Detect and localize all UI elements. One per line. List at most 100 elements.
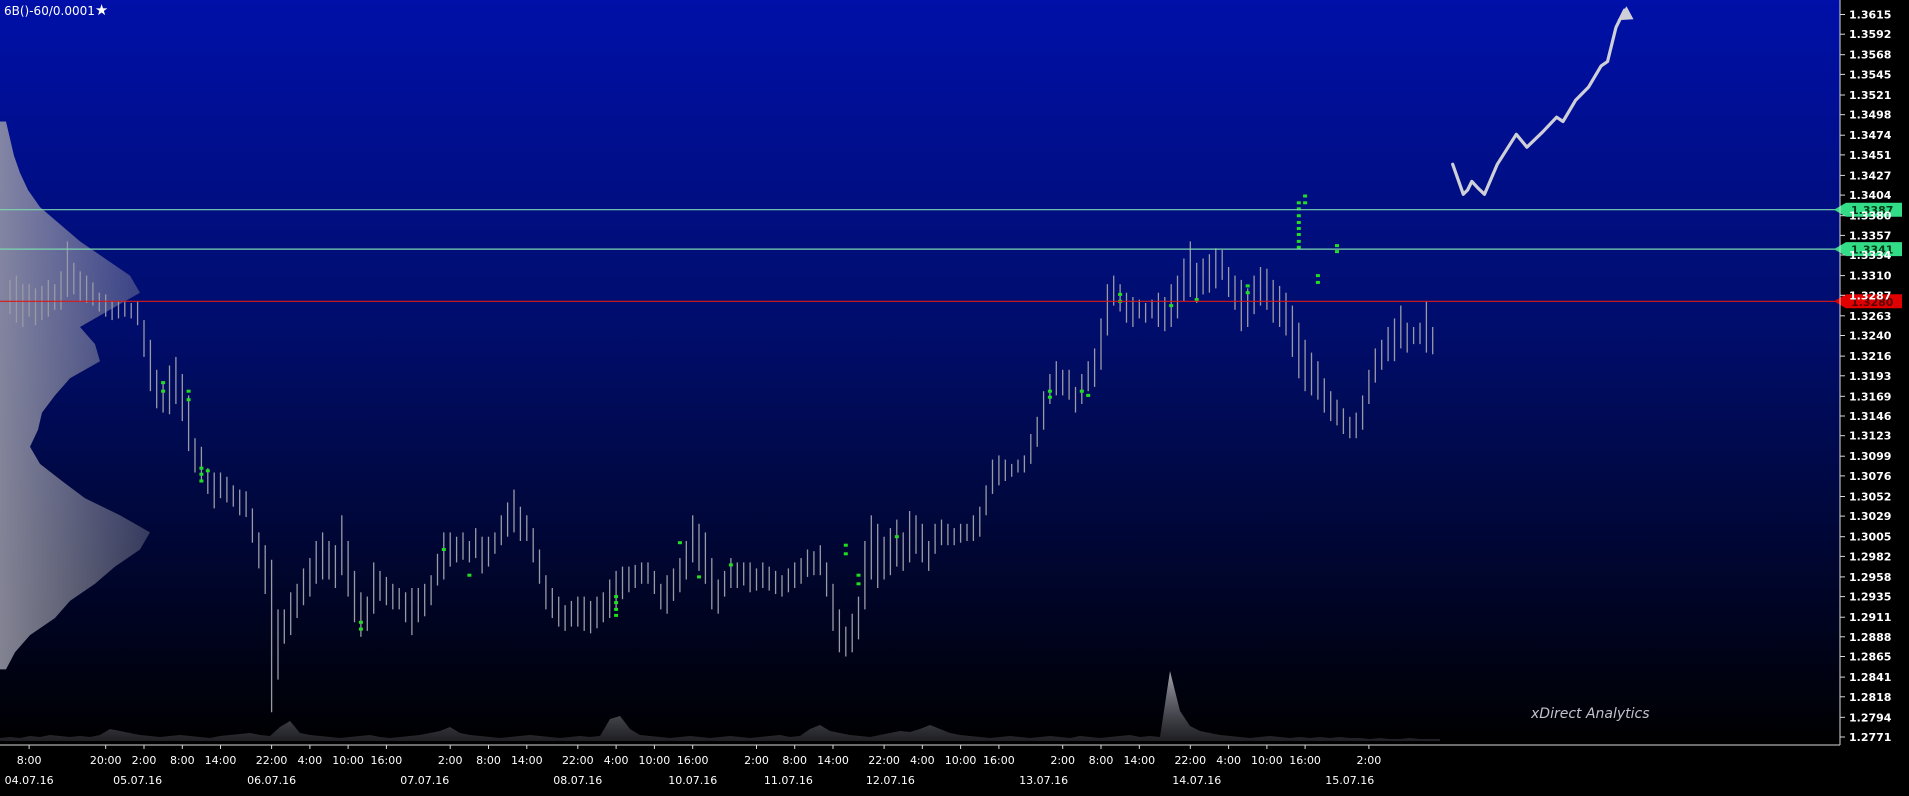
volume-cluster (1303, 201, 1308, 205)
volume-cluster (728, 563, 733, 567)
date-label: 04.07.16 (5, 774, 54, 787)
volume-cluster (199, 472, 204, 476)
price-tick-label: 1.3592 (1849, 28, 1891, 41)
time-tick-label: 8:00 (1089, 754, 1114, 767)
volume-cluster (677, 541, 682, 545)
time-tick-label: 2:00 (132, 754, 157, 767)
price-tick-label: 1.3287 (1849, 289, 1891, 302)
price-tick-label: 1.3123 (1849, 430, 1891, 443)
price-tick-label: 1.3240 (1849, 330, 1892, 343)
volume-cluster (205, 469, 210, 473)
volume-cluster (1296, 221, 1301, 224)
volume-cluster (161, 381, 166, 385)
price-tick-label: 1.2888 (1849, 631, 1891, 644)
volume-cluster (697, 575, 701, 579)
volume-cluster (1296, 201, 1301, 205)
volume-cluster (1194, 298, 1199, 302)
time-tick-label: 2:00 (438, 754, 463, 767)
volume-cluster (1335, 244, 1339, 248)
time-tick-label: 4:00 (604, 754, 629, 767)
time-tick-label: 16:00 (371, 754, 403, 767)
price-tick-label: 1.2794 (1849, 711, 1892, 724)
volume-cluster (161, 389, 166, 393)
time-tick-label: 14:00 (205, 754, 237, 767)
price-tick-label: 1.3451 (1849, 149, 1891, 162)
time-tick-label: 20:00 (90, 754, 122, 767)
volume-cluster (1296, 245, 1301, 249)
price-tick-label: 1.3615 (1849, 9, 1891, 22)
time-tick-label: 10:00 (945, 754, 977, 767)
price-tick-label: 1.3146 (1849, 410, 1892, 423)
time-tick-label: 10:00 (1251, 754, 1283, 767)
symbol-text: 6B()-60/0.0001 (4, 4, 95, 18)
chart-background (0, 0, 1840, 745)
price-tick-label: 1.2935 (1849, 591, 1891, 604)
date-label: 10.07.16 (668, 774, 717, 787)
time-tick-label: 22:00 (1174, 754, 1206, 767)
price-tick-label: 1.3545 (1849, 68, 1891, 81)
date-label: 14.07.16 (1172, 774, 1221, 787)
date-label: 07.07.16 (400, 774, 449, 787)
date-label: 06.07.16 (247, 774, 296, 787)
time-tick-label: 10:00 (639, 754, 671, 767)
price-tick-label: 1.3498 (1849, 109, 1891, 122)
time-tick-label: 22:00 (562, 754, 594, 767)
favorite-star-icon[interactable]: ★ (95, 1, 108, 19)
price-tick-label: 1.3427 (1849, 169, 1891, 182)
volume-cluster (856, 582, 861, 586)
volume-cluster (1047, 389, 1052, 393)
volume-cluster (186, 389, 191, 393)
volume-cluster (1296, 227, 1301, 230)
volume-cluster (1296, 233, 1301, 236)
date-label: 11.07.16 (764, 774, 813, 787)
price-tick-label: 1.3005 (1849, 531, 1891, 544)
time-tick-label: 14:00 (817, 754, 849, 767)
price-tick-label: 1.3099 (1849, 450, 1891, 463)
time-tick-label: 4:00 (1216, 754, 1241, 767)
volume-cluster (1315, 280, 1320, 284)
time-tick-label: 2:00 (1050, 754, 1075, 767)
volume-cluster (1245, 291, 1250, 295)
price-tick-label: 1.2771 (1849, 731, 1891, 744)
volume-cluster (1335, 250, 1339, 254)
date-label: 13.07.16 (1019, 774, 1068, 787)
time-tick-label: 2:00 (744, 754, 769, 767)
volume-cluster (614, 601, 619, 605)
volume-cluster (199, 466, 204, 470)
time-tick-label: 4:00 (298, 754, 323, 767)
volume-cluster (1296, 214, 1301, 218)
volume-cluster (1118, 292, 1123, 296)
symbol-title: 6B()-60/0.0001★ (4, 1, 108, 19)
price-tick-label: 1.2818 (1849, 691, 1891, 704)
volume-cluster (1169, 304, 1174, 308)
volume-cluster (614, 613, 619, 617)
price-chart[interactable]: 1.33871.33411.3280 1.36151.35921.35681.3… (0, 0, 1909, 796)
time-tick-label: 16:00 (1289, 754, 1321, 767)
volume-cluster (614, 595, 619, 599)
time-tick-label: 22:00 (868, 754, 900, 767)
volume-cluster (467, 573, 472, 577)
price-tick-label: 1.3076 (1849, 470, 1892, 483)
price-tick-label: 1.2911 (1849, 611, 1891, 624)
time-tick-label: 16:00 (677, 754, 709, 767)
price-tick-label: 1.3263 (1849, 310, 1891, 323)
price-tick-label: 1.3052 (1849, 491, 1891, 504)
price-tick-label: 1.2865 (1849, 651, 1891, 664)
price-tick-label: 1.3193 (1849, 370, 1891, 383)
price-tick-label: 1.3310 (1849, 270, 1892, 283)
time-tick-label: 14:00 (1123, 754, 1155, 767)
volume-cluster (1315, 274, 1320, 278)
date-label: 05.07.16 (113, 774, 162, 787)
chart-root: 1.3387 1.3341 1.3280 1.3615 1.3592 1.3568 1.3… (0, 0, 1909, 796)
volume-cluster (1079, 389, 1084, 393)
time-tick-label: 14:00 (511, 754, 543, 767)
price-tick-label: 1.2982 (1849, 550, 1891, 563)
volume-cluster (1296, 239, 1301, 243)
time-axis-background (0, 745, 1909, 796)
date-label: 15.07.16 (1325, 774, 1374, 787)
volume-cluster (843, 552, 848, 556)
volume-cluster (614, 607, 619, 611)
time-tick-label: 4:00 (910, 754, 935, 767)
price-tick-label: 1.3404 (1849, 189, 1892, 202)
price-tick-label: 1.3568 (1849, 49, 1891, 62)
